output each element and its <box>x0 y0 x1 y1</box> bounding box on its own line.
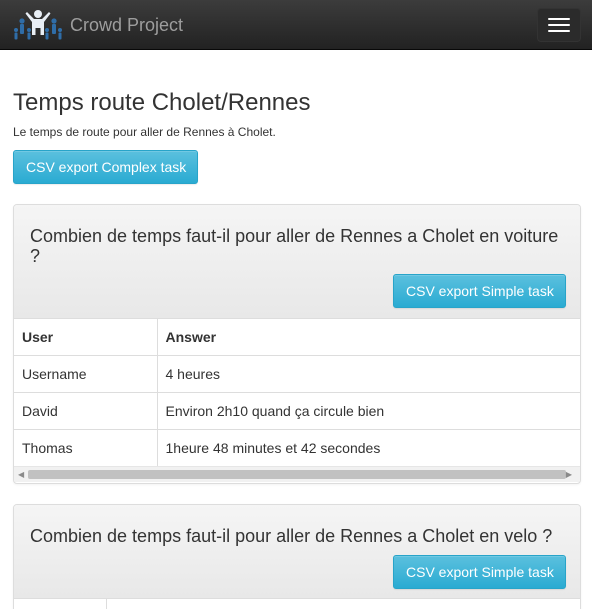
scroll-left-icon[interactable]: ◀ <box>18 471 24 479</box>
cell-answer: 1heure 48 minutes et 42 secondes <box>157 428 580 466</box>
panel-heading: Combien de temps faut-il pour aller de R… <box>14 505 580 599</box>
navbar-brand[interactable]: Crowd Project <box>14 5 183 45</box>
question-panel: Combien de temps faut-il pour aller de R… <box>13 504 581 609</box>
scrollbar-thumb[interactable] <box>28 470 566 479</box>
table-row: David Environ 2h10 quand ça circule bien <box>14 391 580 429</box>
crowd-logo-icon <box>14 10 62 40</box>
answers-table: User Answer Username 4 heures David Envi… <box>14 319 580 466</box>
question-title: Combien de temps faut-il pour aller de R… <box>30 226 559 266</box>
panel-heading: Combien de temps faut-il pour aller de R… <box>14 205 580 319</box>
scroll-right-icon[interactable]: ▶ <box>566 471 572 479</box>
horizontal-scrollbar[interactable]: ◀ ▶ <box>14 466 580 482</box>
navbar-toggle-button[interactable] <box>537 8 581 42</box>
table-header-row: User Answer <box>14 319 580 355</box>
navbar: Crowd Project <box>0 0 592 50</box>
column-header-user: User <box>14 319 158 355</box>
table-row: Username 4 heures <box>14 354 580 392</box>
cell-user: Thomas <box>14 428 158 466</box>
brand-name: Crowd Project <box>70 15 184 35</box>
csv-export-complex-button[interactable]: CSV export Complex task <box>13 150 198 184</box>
cell-answer: 4 heures <box>157 354 580 392</box>
question-title: Combien de temps faut-il pour aller de R… <box>30 526 553 546</box>
page-title: Temps route Cholet/Rennes <box>13 89 311 116</box>
cell-user: Username <box>14 354 158 392</box>
question-panel: Combien de temps faut-il pour aller de R… <box>13 204 581 484</box>
page-description: Le temps de route pour aller de Rennes à… <box>13 125 276 139</box>
csv-export-simple-button[interactable]: CSV export Simple task <box>393 274 566 308</box>
column-header-answer: Answer <box>165 328 217 345</box>
csv-export-simple-button[interactable]: CSV export Simple task <box>393 555 566 589</box>
hamburger-menu-icon <box>548 18 570 20</box>
cell-user: David <box>14 391 158 429</box>
cell-answer: Environ 2h10 quand ça circule bien <box>157 391 580 429</box>
answers-table <box>14 599 580 609</box>
table-row: Thomas 1heure 48 minutes et 42 secondes <box>14 428 580 466</box>
column-divider <box>106 599 107 609</box>
